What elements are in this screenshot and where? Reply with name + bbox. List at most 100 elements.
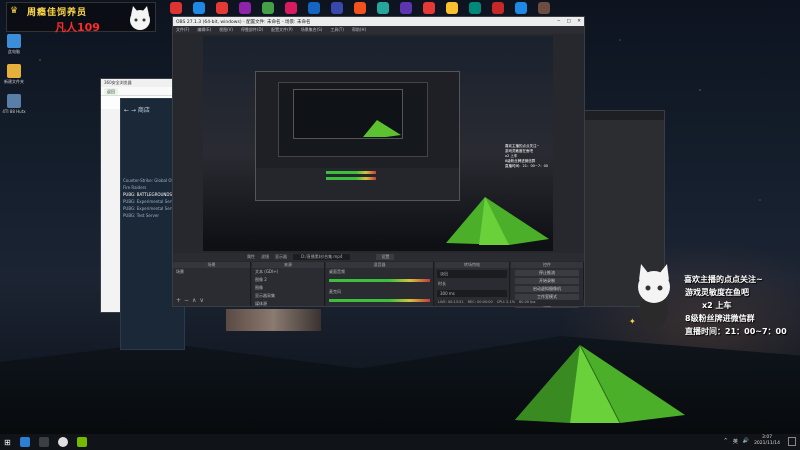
- overlay-line-follow: 喜欢主播的点点关注~: [684, 275, 763, 284]
- filters-button[interactable]: 滤镜: [261, 254, 269, 260]
- taskbar: ⊞ ^ 英 🔊 3:07 2021/11/14: [0, 434, 800, 450]
- scene-item[interactable]: 场景: [173, 268, 250, 276]
- taskbar-obs-icon[interactable]: [57, 437, 68, 447]
- menu-item[interactable]: 工具(T): [330, 27, 344, 33]
- windows-start-icon[interactable]: ⊞: [4, 438, 11, 447]
- mixer-track-name: 麦克风: [329, 289, 341, 294]
- minimize-button[interactable]: ─: [557, 19, 560, 24]
- desktop-shortcut-icon[interactable]: [331, 2, 343, 14]
- overlay-line-sensitivity: 游戏灵敏度在鱼吧: [685, 288, 749, 297]
- desktop-shortcut-icon[interactable]: [170, 2, 182, 14]
- nested-tent: [363, 120, 401, 137]
- obs-statusbar: LIVE: 00:13:51 REC: 00:00:00 CPU: 2.1% 6…: [435, 300, 584, 306]
- menu-item[interactable]: 场景集合(S): [301, 27, 323, 33]
- desktop-shortcut-icon[interactable]: [239, 2, 251, 14]
- mixer-track-name: 桌面音频: [329, 269, 345, 274]
- desktop-icon-drive[interactable]: 4TI 88 Hutx: [2, 94, 26, 120]
- system-tray: ^ 英 🔊 3:07 2021/11/14: [724, 435, 780, 447]
- close-button[interactable]: ✕: [577, 19, 581, 24]
- taskbar-app-icon[interactable]: [19, 437, 30, 447]
- source-settings-button[interactable]: 设置: [376, 254, 395, 260]
- desktop-shortcut-icon[interactable]: [262, 2, 274, 14]
- volume-icon[interactable]: 🔊: [743, 438, 749, 444]
- clock-date: 2021/11/14: [754, 441, 780, 446]
- menu-item[interactable]: 帮助(H): [352, 27, 366, 33]
- source-item[interactable]: 图像: [252, 284, 324, 292]
- folder-icon: [7, 64, 21, 78]
- sources-dock: 来源 文本 (GDI+) 图像 2 图像 显示器采集 媒体源: [252, 262, 325, 306]
- browser-titlebar: 360安全浏览器: [101, 79, 179, 87]
- taskbar-nvidia-icon[interactable]: [76, 437, 87, 447]
- desktop-shortcut-icon[interactable]: [377, 2, 389, 14]
- desktop-shortcut-icon[interactable]: [515, 2, 527, 14]
- steam-nav[interactable]: ← → 商店: [124, 105, 150, 114]
- source-item[interactable]: 媒体源: [252, 300, 324, 308]
- stop-streaming-button[interactable]: 停止推流: [515, 270, 579, 276]
- banner-subtitle: 凡人109: [55, 21, 100, 34]
- scenes-dock-buttons: +−∧∨: [176, 297, 207, 304]
- desktop-shortcut-icon[interactable]: [400, 2, 412, 14]
- svg-text:✦: ✦: [629, 317, 636, 326]
- menu-item[interactable]: 视图(V): [219, 27, 233, 33]
- source-item[interactable]: 图像 2: [252, 276, 324, 284]
- streamer-overlay: ✦ 喜欢主播的点点关注~ 游戏灵敏度在鱼吧 x2 上车 8级粉丝牌进微信群 直播…: [627, 262, 797, 342]
- menu-item[interactable]: 文件(F): [176, 27, 189, 33]
- obs-window[interactable]: OBS 27.1.3 (64-bit, windows) - 配置文件: 未命名…: [172, 16, 585, 308]
- cpu-status: CPU: 2.1%: [496, 300, 516, 304]
- volume-meter: [329, 299, 430, 302]
- drive-icon: [7, 94, 21, 108]
- tray-expand-icon[interactable]: ^: [724, 438, 728, 444]
- nested-volume-meter: [326, 171, 376, 174]
- computer-icon: [7, 34, 21, 48]
- source-item[interactable]: 文本 (GDI+): [252, 268, 324, 276]
- transition-type[interactable]: 淡出: [437, 270, 507, 278]
- desktop-shortcut-icon[interactable]: [193, 2, 205, 14]
- menu-item[interactable]: 编辑(E): [197, 27, 211, 33]
- overlay-line-boarding: x2 上车: [702, 301, 732, 310]
- transition-duration[interactable]: 300 ms: [437, 290, 507, 297]
- nested-docks: [256, 168, 459, 200]
- taskbar-app-icon[interactable]: [38, 437, 49, 447]
- transitions-dock-header: 转场特效: [435, 262, 509, 268]
- desktop-shortcut-icon[interactable]: [216, 2, 228, 14]
- virtual-camera-button[interactable]: 启动虚拟摄像机: [515, 286, 579, 292]
- transition-duration-label: 时长: [438, 281, 446, 286]
- scenes-dock: 场景 场景 +−∧∨: [173, 262, 251, 306]
- start-recording-button[interactable]: 开始录制: [515, 278, 579, 284]
- system-clock[interactable]: 3:07 2021/11/14: [754, 435, 780, 447]
- streamer-banner: ♛ 周瘾佳饲养员 凡人109: [6, 2, 156, 34]
- desktop-shortcut-icon[interactable]: [492, 2, 504, 14]
- nested-volume-meter: [326, 177, 376, 180]
- desktop-icon-new-folder[interactable]: 新建文件夹: [2, 64, 26, 90]
- desktop-shortcut-icon[interactable]: [354, 2, 366, 14]
- live-status: LIVE: 00:13:51: [438, 300, 464, 304]
- game-thumbnail: [226, 309, 321, 331]
- source-toolbar: 属性 滤镜 显示器 D:/直播素材/合集.mp4 设置: [173, 253, 584, 261]
- properties-button[interactable]: 属性: [247, 254, 255, 260]
- desktop-shortcut-icon[interactable]: [285, 2, 297, 14]
- desktop-top-icons: [170, 2, 550, 14]
- menu-item[interactable]: 停靠部件(D): [241, 27, 263, 33]
- desktop-shortcut-icon[interactable]: [538, 2, 550, 14]
- desktop-shortcut-icon[interactable]: [469, 2, 481, 14]
- desktop-shortcut-icon[interactable]: [308, 2, 320, 14]
- rec-status: REC: 00:00:00: [467, 300, 493, 304]
- nested-preview-2: [293, 89, 403, 139]
- fps-status: 60.00 fps: [519, 300, 536, 304]
- source-name: 显示器: [275, 254, 287, 259]
- input-method-icon[interactable]: 英: [733, 438, 738, 445]
- controls-dock-header: 控件: [511, 262, 583, 268]
- menu-item[interactable]: 配置文件(P): [271, 27, 293, 33]
- crown-icon: ♛: [10, 6, 19, 16]
- browser-toolbar: 返回: [101, 87, 179, 96]
- source-path: D:/直播素材/合集.mp4: [293, 254, 351, 260]
- notification-button[interactable]: [788, 437, 796, 446]
- desktop-icon-this-pc[interactable]: 此电脑: [2, 34, 26, 60]
- maximize-button[interactable]: □: [567, 19, 571, 24]
- obs-title: OBS 27.1.3 (64-bit, windows) - 配置文件: 未命名…: [176, 19, 311, 25]
- obs-preview[interactable]: 喜欢主播的点点关注~ 游戏灵敏度在鱼吧 x2 上车 8级粉丝牌进微信群 直播时间：21：…: [203, 36, 553, 251]
- desktop-shortcut-icon[interactable]: [423, 2, 435, 14]
- back-button[interactable]: 返回: [104, 88, 118, 95]
- desktop-shortcut-icon[interactable]: [446, 2, 458, 14]
- source-item[interactable]: 显示器采集: [252, 292, 324, 300]
